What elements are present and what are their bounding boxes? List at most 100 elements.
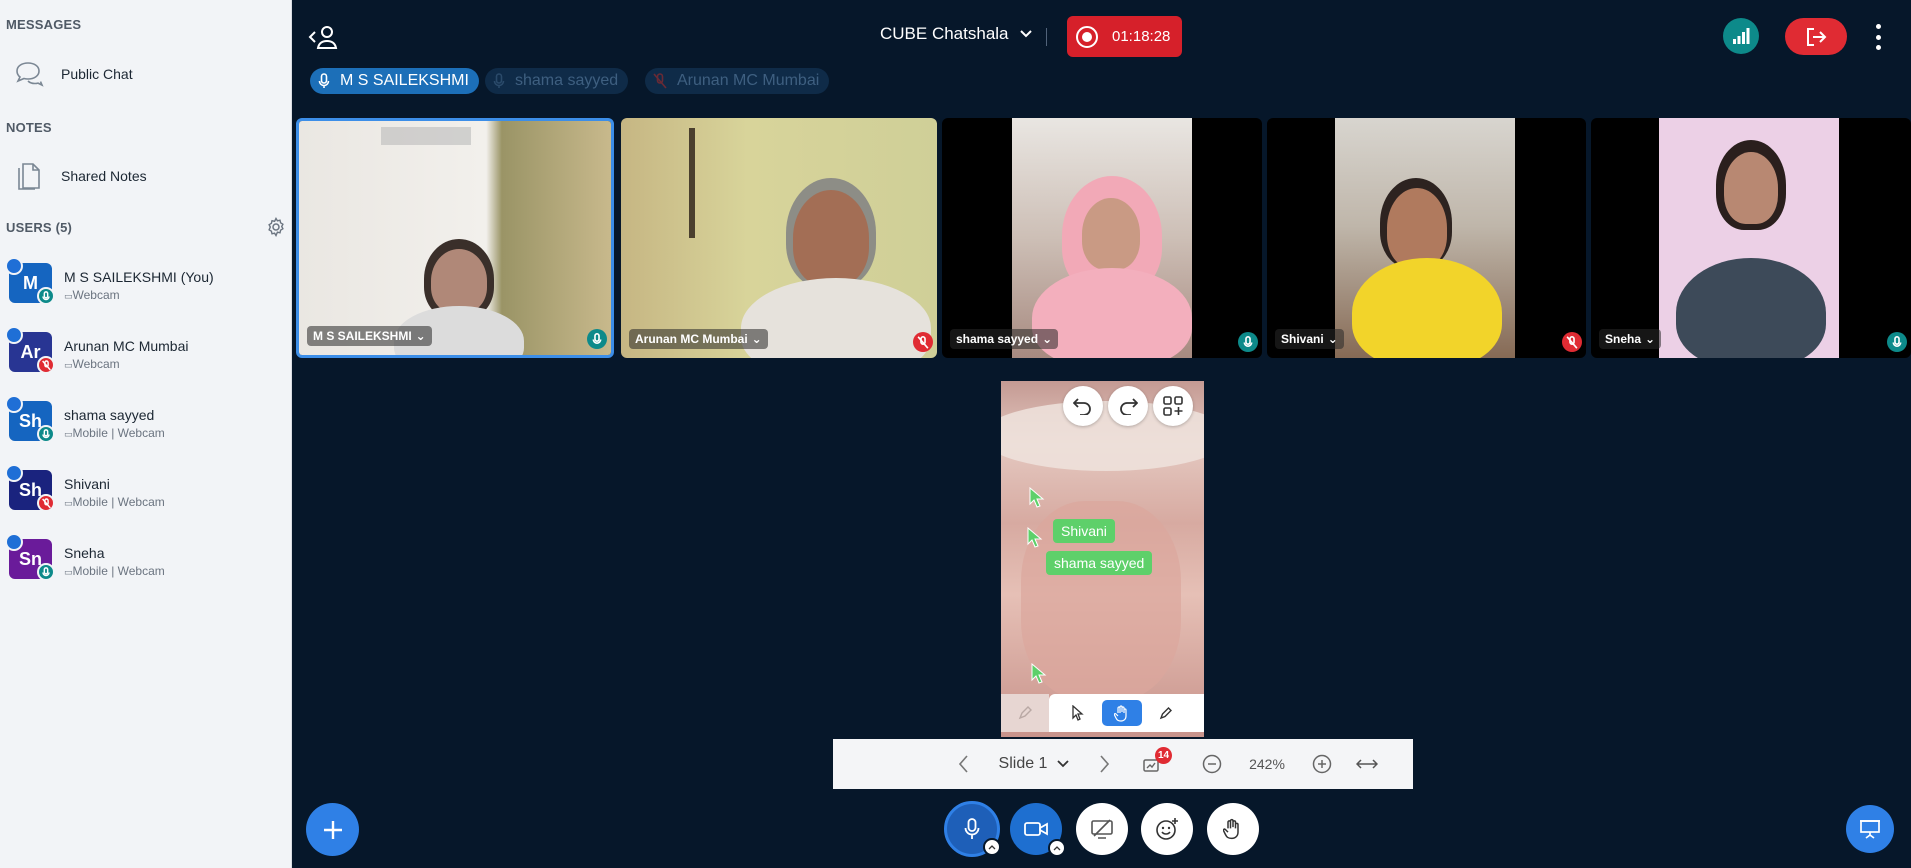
raise-hand-button[interactable] [1207,803,1259,855]
mic-muted-icon [37,356,55,374]
pointer-icon [1072,705,1084,721]
screenshare-off-icon [1091,819,1113,839]
zoom-level[interactable]: 242% [1243,739,1291,789]
arrows-horizontal-icon [1356,759,1378,769]
exit-icon [1807,27,1827,46]
cursor-label: Shivani [1053,519,1115,543]
user-list-item[interactable]: MM S SAILEKSHMI (You) ▭Webcam [0,253,292,319]
leave-meeting-button[interactable] [1785,18,1847,55]
notification-badge: 14 [1155,747,1173,764]
mic-muted-icon [1562,332,1582,352]
hand-tool-button[interactable] [1102,700,1142,726]
actions-button[interactable] [306,803,359,856]
connection-status-button[interactable] [1723,18,1759,54]
talker-name: M S SAILEKSHMI [340,72,469,89]
user-list-item[interactable]: Sn Sneha ▭Mobile | Webcam [0,529,292,595]
notes-icon [14,161,44,191]
camera-button[interactable] [1010,803,1066,857]
pen-icon [5,326,23,344]
reactions-button[interactable] [1141,803,1193,855]
toggle-userlist-button[interactable] [308,24,338,50]
mic-icon [964,818,980,839]
user-name: Arunan MC Mumbai [64,338,189,354]
mic-icon [1238,332,1258,352]
signal-bars-icon [1733,28,1750,44]
webcam-icon: ▭ [64,567,73,577]
presenter-icon [5,257,23,275]
chevron-left-icon [959,755,968,773]
user-name: shama sayyed [64,407,155,423]
public-chat-label: Public Chat [61,66,133,82]
zoom-in-button[interactable] [1309,739,1335,789]
mic-icon [37,287,55,305]
previous-slide-button[interactable] [949,739,979,789]
user-name: Shivani [64,476,110,492]
draw-tool-button[interactable] [1151,700,1181,726]
chevron-down-icon: ⌄ [1645,332,1656,346]
messages-section-title: MESSAGES [6,17,82,32]
recording-indicator[interactable]: 01:18:28 [1067,16,1182,57]
video-name-tag[interactable]: Sneha ⌄ [1599,329,1662,349]
meeting-title-text: CUBE Chatshala [880,24,1009,43]
video-tile-4[interactable]: Sneha ⌄ [1591,118,1911,358]
user-list-item[interactable]: Sh Shivani ▭Mobile | Webcam [0,460,292,526]
chevron-up-icon[interactable] [1048,839,1066,857]
video-name-tag[interactable]: Shivani ⌄ [1275,329,1344,349]
select-tool-button[interactable] [1063,700,1093,726]
talking-indicator-0[interactable]: M S SAILEKSHMI [310,68,479,94]
public-chat-item[interactable]: Public Chat [0,51,292,97]
hand-icon [1223,818,1239,840]
chevron-down-icon: ⌄ [1042,332,1053,346]
shared-notes-label: Shared Notes [61,168,147,184]
shared-notes-item[interactable]: Shared Notes [0,153,292,199]
video-name-tag[interactable]: shama sayyed ⌄ [950,329,1059,349]
redo-button[interactable] [1108,386,1148,426]
chevron-up-icon[interactable] [983,838,1001,856]
user-list-item[interactable]: Ar Arunan MC Mumbai ▭Webcam [0,322,292,388]
webcam-icon: ▭ [64,360,73,370]
undo-icon [1073,398,1091,415]
gear-icon[interactable] [266,217,286,238]
toggle-presentation-button[interactable] [1846,805,1894,853]
meeting-title[interactable]: CUBE Chatshala [880,24,1033,44]
slide-select[interactable]: Slide 1 [989,739,1079,789]
chevron-down-icon: ⌄ [415,329,426,343]
slide-label: Slide 1 [998,755,1048,772]
mic-icon [37,563,55,581]
video-name-tag[interactable]: Arunan MC Mumbai ⌄ [629,329,768,349]
video-name-tag[interactable]: M S SAILEKSHMI ⌄ [307,326,432,346]
pen-icon [5,533,23,551]
recording-time: 01:18:28 [1112,28,1171,45]
video-tile-0[interactable]: M S SAILEKSHMI ⌄ [296,118,614,358]
mic-icon [493,73,505,88]
screenshare-button[interactable] [1076,803,1128,855]
user-status: ▭Mobile | Webcam [64,495,165,509]
mic-icon [1887,332,1907,352]
webcam-icon: ▭ [64,291,73,301]
user-status: ▭Mobile | Webcam [64,564,165,578]
options-menu-button[interactable] [1871,24,1885,50]
video-tile-1[interactable]: Arunan MC Mumbai ⌄ [621,118,937,358]
zoom-out-button[interactable] [1199,739,1225,789]
pencil-icon [1159,707,1172,720]
hand-icon [1114,704,1127,722]
video-tile-2[interactable]: shama sayyed ⌄ [942,118,1262,358]
undo-button[interactable] [1063,386,1103,426]
talking-indicator-1[interactable]: shama sayyed [485,68,629,94]
hide-toolbar-button[interactable] [1001,694,1049,732]
chevron-down-icon: ⌄ [1327,332,1338,346]
chevron-down-icon [1019,30,1032,38]
video-tile-3[interactable]: Shivani ⌄ [1267,118,1586,358]
pencil-off-icon [1018,706,1032,720]
next-slide-button[interactable] [1089,739,1119,789]
talker-name: shama sayyed [515,72,619,89]
mic-icon [587,329,607,349]
fit-width-button[interactable] [1351,739,1383,789]
user-list-item[interactable]: Sh shama sayyed ▭Mobile | Webcam [0,391,292,457]
apps-button[interactable] [1153,386,1193,426]
webcam-icon: ▭ [64,498,73,508]
mute-button[interactable] [944,801,1001,857]
talking-indicator-2[interactable]: Arunan MC Mumbai [645,68,830,94]
users-section-title: USERS (5) [6,220,73,235]
presentation-downloads-button[interactable]: 14 [1135,739,1173,789]
